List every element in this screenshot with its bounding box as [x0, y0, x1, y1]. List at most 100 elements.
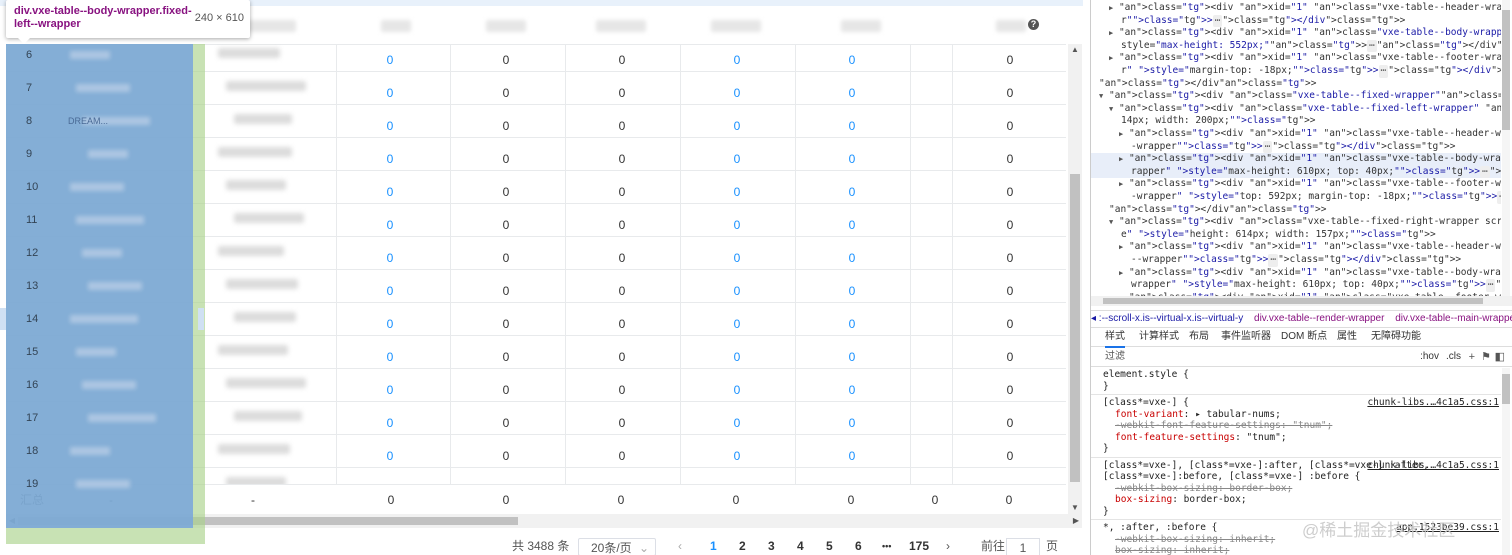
breadcrumb: ◂ :--scroll-x.is--virtual-x.is--virtual-… — [1091, 310, 1512, 328]
style-declaration[interactable]: -webkit-box-sizing: border-box; — [1115, 483, 1501, 495]
style-declaration[interactable]: -webkit-font-feature-settings: "tnum"; — [1115, 420, 1501, 432]
style-source-link[interactable]: chunk-libs.…4c1a5.css:1 — [1367, 460, 1499, 472]
style-rule-selector[interactable]: element.style { — [1103, 369, 1499, 381]
tab-properties[interactable]: 属性 — [1337, 328, 1357, 346]
sidebar-toggle-icon[interactable]: ◧ — [1495, 348, 1505, 366]
blurred-cell — [218, 246, 284, 256]
dom-node-continued[interactable]: e" ">style="height: 614px; width: 157px;… — [1091, 229, 1501, 242]
paint-icon[interactable]: ⚑ — [1481, 348, 1491, 366]
dom-node[interactable]: ▶ "an">class="tg"><div "an">xid="1" "an"… — [1091, 178, 1501, 191]
dom-node[interactable]: ▶ "an">class="tg"><div "an">xid="1" "an"… — [1091, 52, 1501, 65]
highlight-edge — [198, 308, 204, 330]
new-rule-icon[interactable]: + — [1469, 348, 1475, 366]
style-declaration[interactable]: font-feature-settings: "tnum"; — [1115, 432, 1501, 444]
page-6[interactable]: 6 — [855, 537, 862, 555]
dom-node[interactable]: ▶ "an">class="tg"><div "an">xid="1" "an"… — [1091, 241, 1501, 254]
elements-vertical-scrollbar[interactable] — [1502, 0, 1510, 296]
vertical-scrollbar[interactable]: ▲ ▼ — [1068, 44, 1082, 514]
page-4[interactable]: 4 — [797, 537, 804, 555]
dom-node[interactable]: "an">class="tg"></div"an">class="tg">> — [1091, 78, 1501, 91]
scroll-up-icon[interactable]: ▲ — [1068, 44, 1082, 56]
scroll-right-icon[interactable]: ▶ — [1070, 514, 1082, 528]
tab-layout[interactable]: 布局 — [1189, 328, 1209, 346]
chevron-down-icon: ⌄ — [638, 541, 649, 555]
style-rule-selector[interactable]: [class*=vxe-]:before, [class*=vxe-] :bef… — [1103, 471, 1499, 483]
scroll-thumb[interactable] — [1502, 10, 1510, 130]
cls-toggle[interactable]: .cls — [1446, 348, 1461, 366]
tab-event-listeners[interactable]: 事件监听器 — [1221, 328, 1271, 346]
tab-computed[interactable]: 计算样式 — [1139, 328, 1179, 346]
dom-node-continued[interactable]: 14px; width: 200px;"">class="tg">> — [1091, 115, 1501, 128]
row-index: 12 — [26, 247, 39, 259]
tab-dom-breakpoints[interactable]: DOM 断点 — [1281, 328, 1327, 346]
dom-node-continued[interactable]: --wrapper"">class="tg">> ⋯ ">class="tg"></… — [1091, 254, 1501, 267]
dom-node-continued[interactable]: r"">class="tg">> ⋯ ">class="tg"></div">cla… — [1091, 14, 1501, 28]
summary-value: 0 — [387, 493, 395, 507]
style-declaration[interactable]: font-variant: ▸ tabular-nums; — [1115, 409, 1501, 421]
summary-value: 0 — [931, 493, 939, 507]
dom-node[interactable]: ▶ "an">class="tg"><div "an">xid="1" "an"… — [1091, 153, 1501, 166]
more-pages[interactable]: ••• — [882, 537, 891, 555]
summary-value: 0 — [502, 493, 510, 507]
blurred-cell — [82, 249, 122, 257]
style-rule-selector[interactable]: } — [1103, 381, 1499, 393]
dom-node[interactable]: ▼ "an">class="tg"><div "an">class="vxe-t… — [1091, 216, 1501, 229]
dom-node[interactable]: ▶ "an">class="tg"><div "an">xid="1" "an"… — [1091, 27, 1501, 40]
dom-node-continued[interactable]: rapper" ">style="max-height: 610px; top:… — [1091, 165, 1501, 179]
last-page[interactable]: 175 — [909, 537, 929, 555]
column-divider — [680, 44, 681, 514]
page-1[interactable]: 1 — [710, 537, 717, 555]
page-suffix: 页 — [1046, 539, 1059, 553]
dom-node-continued[interactable]: r" ">style="margin-top: -18px;"">class="… — [1091, 65, 1501, 78]
column-divider — [910, 44, 911, 514]
page-2[interactable]: 2 — [739, 537, 746, 555]
hov-toggle[interactable]: :hov — [1420, 348, 1439, 366]
dom-node[interactable]: ▶ "an">class="tg"><div "an">xid="1" "an"… — [1091, 267, 1501, 280]
dom-node[interactable]: ▼ "an">class="tg"><div "an">class="vxe-t… — [1091, 103, 1501, 116]
page-3[interactable]: 3 — [768, 537, 775, 555]
style-rule-selector[interactable]: [class*=vxe-] {chunk-libs.…4c1a5.css:1 — [1103, 397, 1499, 409]
blurred-cell — [76, 348, 116, 356]
rule-separator — [1091, 456, 1501, 458]
row-text: DREAM... — [68, 116, 109, 126]
dom-node[interactable]: ▼ "an">class="tg"><div "an">class="vxe-t… — [1091, 90, 1501, 103]
breadcrumb-item[interactable]: ◂ :--scroll-x.is--virtual-x.is--virtual-… — [1091, 313, 1243, 324]
dom-node[interactable]: "an">class="tg"></div"an">class="tg">> — [1091, 204, 1501, 217]
rule-separator — [1091, 394, 1501, 395]
blurred-cell — [88, 150, 128, 158]
page-size-select[interactable]: 20条/页 ⌄ — [578, 538, 656, 555]
scroll-thumb[interactable] — [1103, 298, 1483, 304]
style-source-link[interactable]: chunk-libs.…4c1a5.css:1 — [1367, 397, 1499, 409]
scroll-down-icon[interactable]: ▼ — [1068, 502, 1082, 514]
scroll-thumb[interactable] — [1502, 374, 1510, 404]
tab-accessibility[interactable]: 无障碍功能 — [1371, 328, 1421, 346]
row-index: 14 — [26, 313, 39, 325]
breadcrumb-item[interactable]: div.vxe-table--render-wrapper — [1254, 313, 1384, 324]
tooltip-tail — [18, 38, 30, 44]
dom-node-continued[interactable]: -wrapper"">class="tg">> ⋯ ">class="tg"></d… — [1091, 140, 1501, 154]
styles-scrollbar[interactable] — [1502, 368, 1510, 555]
blurred-cell — [234, 312, 296, 322]
next-page-button[interactable]: › — [946, 537, 950, 555]
elements-horizontal-scrollbar[interactable] — [1091, 296, 1512, 306]
tab-styles[interactable]: 样式 — [1105, 328, 1125, 348]
style-rule-selector[interactable]: [class*=vxe-], [class*=vxe-]:after, [cla… — [1103, 460, 1499, 472]
dom-node-continued[interactable]: wrapper" ">style="max-height: 610px; top… — [1091, 279, 1501, 292]
style-declaration[interactable]: box-sizing: border-box; — [1115, 494, 1501, 506]
prev-page-button[interactable]: ‹ — [678, 537, 682, 555]
vertical-scroll-thumb[interactable] — [1070, 174, 1080, 482]
dom-node[interactable]: ▶ "an">class="tg"><div "an">xid="1" "an"… — [1091, 128, 1501, 141]
filter-input[interactable]: 过滤 — [1105, 348, 1125, 366]
dom-node[interactable]: ▶ "an">class="tg"><div "an">xid="1" "an"… — [1091, 2, 1501, 15]
style-declaration[interactable]: box-sizing: inherit; — [1115, 545, 1501, 555]
dom-node-continued[interactable]: -wrapper" ">style="top: 592px; margin-to… — [1091, 191, 1501, 204]
table-panel: ? 00000000000000000000000000000000000000… — [0, 0, 1090, 555]
row-index: 10 — [26, 181, 39, 193]
blurred-cell — [70, 315, 138, 323]
dom-node-continued[interactable]: style="max-height: 552px;""an">class="tg… — [1091, 39, 1501, 53]
help-icon[interactable]: ? — [1028, 19, 1039, 30]
breadcrumb-item[interactable]: div.vxe-table--main-wrapper — [1395, 313, 1512, 324]
goto-page-input[interactable]: 1 — [1006, 538, 1040, 555]
page-5[interactable]: 5 — [826, 537, 833, 555]
style-rule-selector[interactable]: } — [1103, 443, 1499, 455]
